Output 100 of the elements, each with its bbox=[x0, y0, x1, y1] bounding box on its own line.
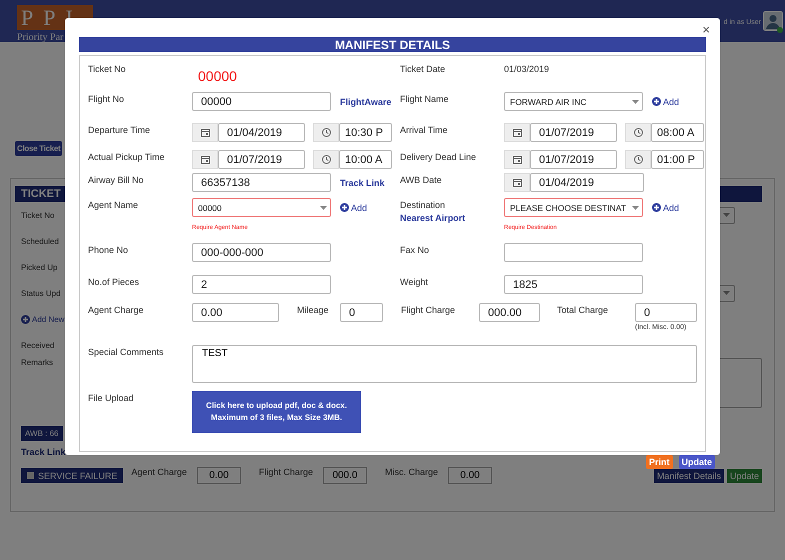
dropdown[interactable]: 00000 bbox=[192, 198, 331, 217]
nearest-airport-link[interactable]: Nearest Airport bbox=[400, 213, 504, 223]
field-label: Picked Up bbox=[21, 262, 58, 272]
input-field[interactable]: 2 bbox=[192, 275, 331, 294]
input-field[interactable]: 000.0 bbox=[322, 467, 367, 484]
input-field[interactable]: 0 bbox=[340, 303, 383, 322]
upload-button[interactable]: Click here to upload pdf, doc & docx. Maximum of 3 files, Max Size 3MB. bbox=[192, 391, 361, 433]
clock-icon bbox=[320, 154, 332, 165]
user-avatar-icon bbox=[763, 11, 783, 33]
add-link[interactable]: Add bbox=[652, 96, 680, 106]
plus-icon bbox=[652, 203, 661, 212]
field-label: Delivery Dead Line bbox=[400, 151, 478, 162]
link[interactable]: Track Link bbox=[340, 178, 385, 188]
field-label: Phone No bbox=[88, 244, 130, 255]
field-label: No.of Pieces bbox=[88, 276, 140, 287]
field-label: AWB Date bbox=[400, 174, 443, 185]
logo-tagline: Priority Par bbox=[17, 32, 64, 43]
clock-button[interactable] bbox=[313, 150, 339, 169]
dropdown[interactable]: FORWARD AIR INC bbox=[504, 92, 643, 111]
input-field[interactable]: 01/04/2019 bbox=[218, 123, 305, 142]
field-label: Ticket Date bbox=[400, 63, 446, 74]
input-field[interactable]: 000.00 bbox=[479, 303, 540, 322]
field-label: Arrival Time bbox=[400, 124, 449, 135]
input-field[interactable]: 1825 bbox=[504, 275, 643, 294]
link[interactable]: FlightAware bbox=[340, 96, 392, 106]
input-field[interactable]: 10:00 A bbox=[339, 150, 392, 169]
field-label: Flight Name bbox=[400, 93, 450, 104]
plus-icon bbox=[652, 97, 661, 106]
calendar-button[interactable] bbox=[192, 123, 218, 142]
field-label: Total Charge bbox=[557, 304, 610, 317]
calendar-button[interactable] bbox=[504, 123, 530, 142]
calendar-icon bbox=[512, 177, 522, 188]
input-field[interactable]: 0.00 bbox=[448, 467, 492, 484]
modal-title: MANIFEST DETAILS bbox=[334, 38, 450, 52]
clock-icon bbox=[632, 154, 644, 165]
field-label: Agent Charge bbox=[131, 467, 187, 477]
field-label: Scheduled bbox=[21, 236, 59, 246]
plus-icon bbox=[340, 203, 349, 212]
input-field[interactable]: 01/07/2019 bbox=[218, 150, 305, 169]
field-label: Flight Charge bbox=[401, 304, 456, 317]
field-label: Special Comments bbox=[88, 346, 165, 359]
field-value: 01/03/2019 bbox=[504, 63, 550, 74]
service-failure-toggle[interactable]: SERVICE FAILURE bbox=[21, 468, 124, 483]
clock-button[interactable] bbox=[625, 150, 651, 169]
dropdown[interactable]: PLEASE CHOOSE DESTINAT bbox=[504, 198, 643, 217]
input-field[interactable]: 01:00 P bbox=[651, 150, 704, 169]
checkbox[interactable] bbox=[27, 472, 34, 479]
add-link[interactable]: Add bbox=[340, 202, 368, 212]
manifest-details-button[interactable]: Manifest Details bbox=[654, 468, 724, 482]
input-field[interactable]: 01/04/2019 bbox=[530, 173, 644, 192]
field-label: Agent Charge bbox=[88, 304, 145, 317]
input-field[interactable]: 0 bbox=[635, 303, 697, 322]
input-field[interactable]: 00000 bbox=[192, 92, 331, 111]
section-title: TICKET bbox=[21, 188, 61, 200]
field-label: Ticket No bbox=[88, 63, 127, 74]
field-label: Flight Charge bbox=[258, 467, 313, 477]
plus-icon bbox=[21, 314, 30, 324]
input-field[interactable]: 000-000-000 bbox=[192, 243, 331, 262]
field-label: Fax No bbox=[400, 244, 430, 255]
close-button[interactable]: × bbox=[702, 21, 710, 37]
clock-button[interactable] bbox=[313, 123, 339, 142]
input-field[interactable]: 10:30 P bbox=[339, 123, 392, 142]
clock-icon bbox=[320, 127, 332, 138]
field-label: Ticket No bbox=[21, 210, 54, 220]
field-label: Misc. Charge bbox=[384, 467, 438, 477]
calendar-button[interactable] bbox=[192, 150, 218, 169]
calendar-button[interactable] bbox=[504, 150, 530, 169]
update-button[interactable]: Update bbox=[678, 455, 716, 469]
field-label: Flight No bbox=[88, 93, 126, 104]
field-label: Status Upd bbox=[21, 288, 61, 298]
field-label: Departure Time bbox=[88, 124, 152, 135]
text-area[interactable]: TEST bbox=[192, 345, 697, 383]
caret-icon bbox=[632, 100, 639, 104]
field-label: Received bbox=[21, 340, 54, 350]
add-link[interactable]: Add bbox=[652, 202, 680, 212]
field-label: Agent Name bbox=[88, 199, 140, 210]
awb-label: AWB : 66 bbox=[21, 426, 62, 441]
caret-icon bbox=[723, 213, 730, 217]
caret-icon bbox=[320, 206, 327, 210]
clock-button[interactable] bbox=[625, 123, 651, 142]
calendar-button[interactable] bbox=[504, 173, 530, 192]
caret-icon bbox=[723, 291, 730, 295]
add-status-link[interactable]: Add New bbox=[21, 314, 64, 324]
field-label: File Upload bbox=[88, 392, 135, 405]
ticket-number: 00000 bbox=[198, 67, 237, 84]
input-field[interactable]: 0.00 bbox=[192, 303, 279, 322]
input-field[interactable] bbox=[504, 243, 643, 262]
calendar-icon bbox=[512, 154, 522, 165]
field-label: Weight bbox=[400, 276, 429, 287]
input-field[interactable]: 66357138 bbox=[192, 173, 331, 192]
input-field[interactable]: 01/07/2019 bbox=[530, 150, 617, 169]
clock-icon bbox=[632, 127, 644, 138]
input-field[interactable]: 01/07/2019 bbox=[530, 123, 617, 142]
field-label: Airway Bill No bbox=[88, 174, 145, 185]
close-ticket-button[interactable]: Close Ticket bbox=[15, 141, 62, 156]
calendar-icon bbox=[512, 127, 522, 138]
field-label: Destination bbox=[400, 199, 446, 210]
input-field[interactable]: 0.00 bbox=[196, 467, 241, 484]
input-field[interactable]: 08:00 A bbox=[651, 123, 704, 142]
calendar-icon bbox=[200, 154, 210, 165]
